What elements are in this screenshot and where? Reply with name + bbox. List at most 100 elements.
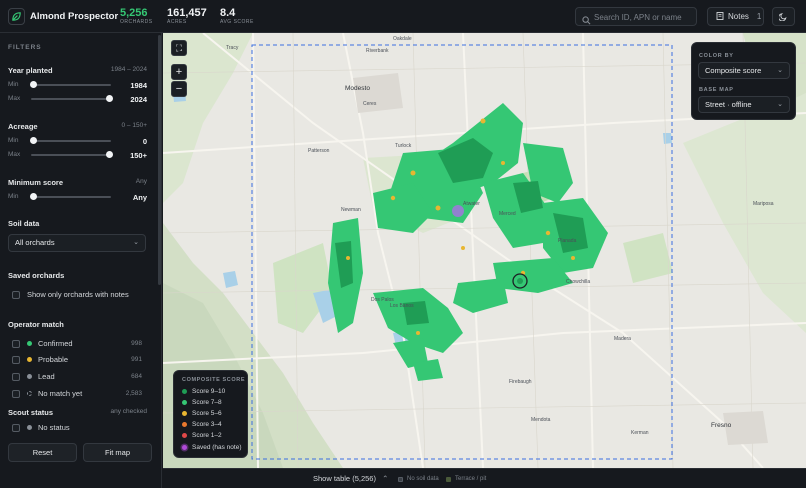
legend-item: Saved (has note)	[182, 444, 242, 451]
status-dot	[27, 425, 32, 430]
color-by-select[interactable]: Composite score ⌄	[698, 62, 790, 79]
legend-label: Terrace / pit	[455, 476, 487, 482]
scrollbar-thumb[interactable]	[158, 35, 161, 285]
min-label: Min	[8, 193, 19, 200]
year-max-slider[interactable]	[31, 95, 113, 102]
operator-probable-option[interactable]: Probable	[12, 355, 68, 364]
min-label: Min	[8, 81, 19, 88]
legend-swatch	[182, 422, 187, 427]
place-label: Dos Palos	[371, 297, 394, 303]
acreage-max-slider[interactable]	[31, 151, 113, 158]
minus-icon: −	[175, 83, 183, 95]
stat-value: 8.4	[220, 7, 236, 19]
fullscreen-button[interactable]: ⛶	[171, 40, 187, 56]
slider-handle[interactable]	[30, 137, 37, 144]
show-notes-only-toggle[interactable]: Show only orchards with notes	[12, 290, 129, 299]
base-map-heading: BASE MAP	[699, 87, 734, 93]
top-bar: Almond Prospector 5,256 ORCHARDS 161,457…	[0, 0, 806, 33]
place-label: Fresno	[711, 422, 732, 429]
notes-button[interactable]: Notes 1	[707, 7, 764, 26]
status-dot	[27, 341, 32, 346]
slider-handle[interactable]	[30, 81, 37, 88]
status-dot	[27, 357, 32, 362]
legend-swatch	[446, 476, 451, 482]
zoom-in-button[interactable]: +	[171, 64, 187, 80]
status-dot	[27, 391, 32, 396]
min-score-slider[interactable]	[30, 193, 111, 200]
legend-label: Saved (has note)	[192, 444, 242, 451]
checkbox[interactable]	[12, 339, 20, 348]
legend-label: Score 3–4	[192, 421, 222, 428]
place-label: Atwater	[463, 201, 480, 207]
place-label: Los Banos	[390, 303, 414, 309]
search-icon	[582, 12, 591, 30]
place-label: Patterson	[308, 148, 330, 154]
stat-label: ACRES	[167, 19, 187, 25]
saved-orchards-label: Saved orchards	[8, 271, 65, 280]
reset-button[interactable]: Reset	[8, 443, 77, 462]
checkbox[interactable]	[12, 290, 20, 299]
place-label: Merced	[499, 211, 516, 217]
show-table-label: Show table (5,256)	[313, 474, 376, 483]
zoom-out-button[interactable]: −	[171, 81, 187, 97]
sidebar-scrollbar[interactable]	[158, 35, 161, 431]
score-legend: COMPOSITE SCORE Score 9–10 Score 7–8 Sco…	[173, 370, 248, 458]
soil-data-select[interactable]: All orchards ⌄	[8, 234, 146, 252]
legend-swatch	[182, 400, 187, 405]
sidebar-scroll-area[interactable]: FILTERS Year planted 1984 – 2024 Min 198…	[0, 33, 158, 433]
checkbox[interactable]	[12, 423, 20, 432]
place-label: Mariposa	[753, 201, 774, 207]
legend-label: Score 7–8	[192, 399, 222, 406]
max-label: Max	[8, 95, 21, 102]
stat-orchards: 5,256 ORCHARDS	[120, 7, 153, 26]
app-title: Almond Prospector	[30, 11, 119, 22]
place-label: Tracy	[226, 45, 239, 51]
option-label: Lead	[38, 372, 55, 381]
stat-label: ORCHARDS	[120, 19, 153, 25]
checkbox[interactable]	[12, 372, 20, 381]
map-options-panel: COLOR BY Composite score ⌄ BASE MAP Stre…	[691, 42, 796, 120]
option-count: 684	[131, 373, 142, 380]
sidebar-footer: Reset Fit map	[0, 438, 162, 488]
search-box[interactable]	[575, 7, 697, 26]
no-soil-data-key: No soil data	[398, 476, 439, 482]
legend-swatch	[182, 445, 187, 450]
base-map-select[interactable]: Street · offline ⌄	[698, 96, 790, 113]
option-label: No status	[38, 423, 70, 432]
filters-sidebar: FILTERS Year planted 1984 – 2024 Min 198…	[0, 33, 162, 488]
legend-item: Score 3–4	[182, 421, 222, 428]
search-input[interactable]	[594, 10, 694, 24]
fit-map-button[interactable]: Fit map	[83, 443, 152, 462]
place-label: Modesto	[345, 85, 370, 92]
show-table-toggle[interactable]: Show table (5,256) ⌃	[313, 474, 388, 483]
map-canvas[interactable]: Oakdale Tracy Riverbank Modesto Ceres Tu…	[163, 33, 806, 468]
legend-swatch	[398, 476, 403, 482]
legend-item: Score 1–2	[182, 432, 222, 439]
acreage-min-slider[interactable]	[30, 137, 111, 144]
slider-handle[interactable]	[106, 95, 113, 102]
theme-toggle-button[interactable]	[772, 7, 795, 26]
option-count: 2,583	[125, 390, 142, 397]
filters-heading: FILTERS	[8, 44, 42, 51]
slider-handle[interactable]	[30, 193, 37, 200]
slider-handle[interactable]	[106, 151, 113, 158]
operator-no-match-option[interactable]: No match yet	[12, 389, 82, 398]
legend-title: COMPOSITE SCORE	[182, 377, 246, 383]
scout-no-status-option[interactable]: No status	[12, 423, 70, 432]
stat-value: 5,256	[120, 7, 148, 19]
operator-lead-option[interactable]: Lead	[12, 372, 55, 381]
acreage-label: Acreage	[8, 122, 38, 131]
legend-swatch	[182, 389, 187, 394]
year-min-slider[interactable]	[30, 81, 111, 88]
expand-icon: ⛶	[175, 43, 183, 53]
legend-label: Score 1–2	[192, 432, 222, 439]
option-label: Confirmed	[38, 339, 73, 348]
place-label: Firebaugh	[509, 379, 532, 385]
checkbox-label: Show only orchards with notes	[27, 290, 129, 299]
notes-icon	[716, 11, 724, 22]
operator-confirmed-option[interactable]: Confirmed	[12, 339, 73, 348]
checkbox[interactable]	[12, 389, 20, 398]
place-label: Planada	[558, 238, 577, 244]
legend-label: Score 9–10	[192, 388, 226, 395]
checkbox[interactable]	[12, 355, 20, 364]
